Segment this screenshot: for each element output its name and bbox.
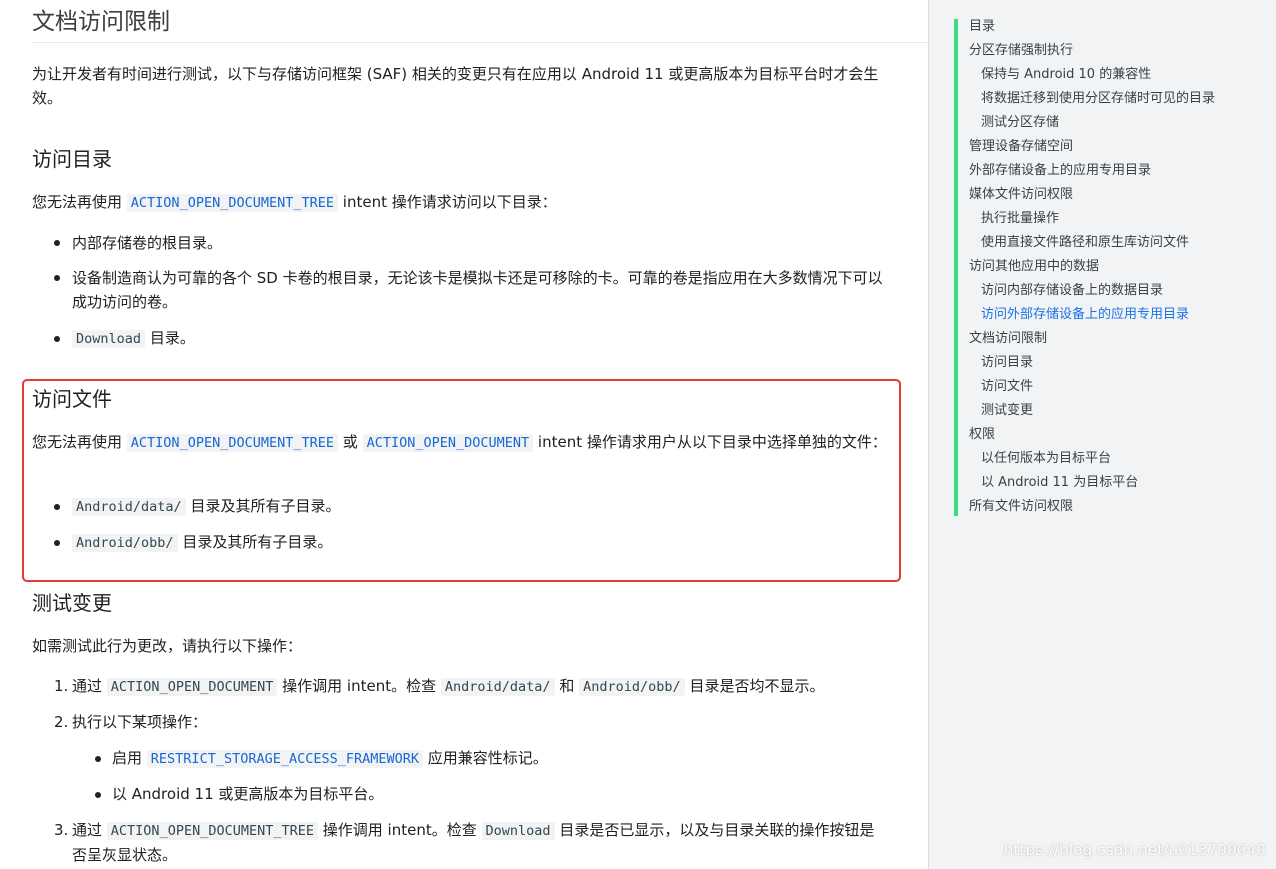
step-text: 通过: [72, 677, 103, 695]
files-paragraph: 您无法再使用 ACTION_OPEN_DOCUMENT_TREE 或 ACTIO…: [32, 430, 888, 455]
toc-item[interactable]: 访问内部存储设备上的数据目录: [981, 279, 1163, 303]
toc-item[interactable]: 目录: [969, 15, 995, 39]
code-action-open-document[interactable]: ACTION_OPEN_DOCUMENT: [362, 434, 534, 452]
bullet: [54, 275, 60, 281]
toc-sidebar: 目录 分区存储强制执行 保持与 Android 10 的兼容性 将数据迁移到使用…: [928, 0, 1276, 869]
bullet: [95, 756, 101, 762]
toc-item[interactable]: 分区存储强制执行: [969, 39, 1073, 63]
step-text: 和: [559, 677, 575, 695]
heading-access-directories: 访问目录: [32, 147, 112, 171]
code-action-open-document: ACTION_OPEN_DOCUMENT: [106, 678, 278, 696]
toc-item[interactable]: 访问文件: [981, 375, 1033, 399]
code-action-open-document-tree[interactable]: ACTION_OPEN_DOCUMENT_TREE: [126, 194, 338, 212]
dirs-text-pre: 您无法再使用: [32, 193, 123, 211]
code-android-data: Android/data/: [440, 678, 555, 696]
list-item-text: 目录及其所有子目录。: [190, 497, 341, 515]
bullet: [54, 540, 60, 546]
code-action-open-document-tree[interactable]: ACTION_OPEN_DOCUMENT_TREE: [126, 434, 338, 452]
toc-item[interactable]: 外部存储设备上的应用专用目录: [969, 159, 1151, 183]
toc-item[interactable]: 所有文件访问权限: [969, 495, 1073, 519]
list-item: 设备制造商认为可靠的各个 SD 卡卷的根目录，无论该卡是模拟卡还是可移除的卡。可…: [72, 269, 883, 311]
sub-list-item: 启用 RESTRICT_STORAGE_ACCESS_FRAMEWORK 应用兼…: [112, 746, 548, 771]
step-text: 操作调用 intent。检查: [282, 677, 437, 695]
toc-item[interactable]: 将数据迁移到使用分区存储时可见的目录: [981, 87, 1215, 111]
step-text: 目录是否均不显示。: [689, 677, 825, 695]
toc-item[interactable]: 测试分区存储: [981, 111, 1059, 135]
files-text-pre: 您无法再使用: [32, 433, 123, 451]
toc-item[interactable]: 访问其他应用中的数据: [969, 255, 1099, 279]
intro-paragraph: 为让开发者有时间进行测试，以下与存储访问框架 (SAF) 相关的变更只有在应用以…: [32, 65, 879, 107]
toc-item[interactable]: 以 Android 11 为目标平台: [981, 471, 1138, 495]
step-3: 通过 ACTION_OPEN_DOCUMENT_TREE 操作调用 intent…: [72, 818, 887, 867]
step-text: 应用兼容性标记。: [427, 749, 548, 767]
heading-test-changes: 测试变更: [32, 591, 112, 615]
step-text: 启用: [112, 749, 143, 767]
code-android-data: Android/data/: [72, 498, 186, 516]
toc-item[interactable]: 执行批量操作: [981, 207, 1059, 231]
list-item: Android/data/ 目录及其所有子目录。: [72, 494, 340, 519]
title-divider: [32, 42, 928, 43]
dirs-paragraph: 您无法再使用 ACTION_OPEN_DOCUMENT_TREE intent …: [32, 190, 888, 215]
page: 文档访问限制 为让开发者有时间进行测试，以下与存储访问框架 (SAF) 相关的变…: [0, 0, 1276, 869]
sub-list-item: 以 Android 11 或更高版本为目标平台。: [112, 785, 384, 803]
toc-item[interactable]: 媒体文件访问权限: [969, 183, 1073, 207]
toc-accent-bar: [954, 19, 958, 516]
list-item: Android/obb/ 目录及其所有子目录。: [72, 530, 332, 555]
bullet: [54, 336, 60, 342]
toc-item[interactable]: 访问目录: [981, 351, 1033, 375]
list-item: Download 目录。: [72, 326, 892, 351]
toc-item[interactable]: 以任何版本为目标平台: [981, 447, 1111, 471]
step-number: 2.: [54, 713, 69, 731]
code-restrict-storage-access-framework[interactable]: RESTRICT_STORAGE_ACCESS_FRAMEWORK: [146, 750, 424, 768]
toc-item-active[interactable]: 访问外部存储设备上的应用专用目录: [981, 303, 1189, 327]
files-text-post: intent 操作请求用户从以下目录中选择单独的文件：: [537, 433, 887, 451]
bullet: [95, 792, 101, 798]
files-text-or: 或: [342, 433, 358, 451]
heading-access-files: 访问文件: [32, 387, 112, 411]
code-android-obb: Android/obb/: [72, 534, 178, 552]
step-text: 操作调用 intent。检查: [322, 821, 477, 839]
bullet: [54, 240, 60, 246]
download-text: 目录。: [149, 329, 195, 347]
test-intro: 如需测试此行为更改，请执行以下操作：: [32, 637, 303, 655]
list-item: 内部存储卷的根目录。: [72, 234, 223, 252]
code-action-open-document-tree: ACTION_OPEN_DOCUMENT_TREE: [106, 822, 318, 840]
step-number: 1.: [54, 677, 69, 695]
section-title: 文档访问限制: [32, 9, 170, 35]
code-download: Download: [72, 330, 146, 348]
toc-item[interactable]: 权限: [969, 423, 995, 447]
bullet: [54, 504, 60, 510]
toc-item[interactable]: 测试变更: [981, 399, 1033, 423]
dirs-text-post: intent 操作请求访问以下目录：: [342, 193, 557, 211]
toc-item[interactable]: 管理设备存储空间: [969, 135, 1073, 159]
toc-item[interactable]: 保持与 Android 10 的兼容性: [981, 63, 1151, 87]
step-2: 执行以下某项操作：: [72, 713, 208, 731]
list-item-text: 目录及其所有子目录。: [182, 533, 333, 551]
code-download: Download: [481, 822, 555, 840]
step-text: 通过: [72, 821, 103, 839]
toc-item[interactable]: 使用直接文件路径和原生库访问文件: [981, 231, 1189, 255]
step-1: 通过 ACTION_OPEN_DOCUMENT 操作调用 intent。检查 A…: [72, 674, 902, 699]
code-android-obb: Android/obb/: [579, 678, 685, 696]
toc-item[interactable]: 文档访问限制: [969, 327, 1047, 351]
article-content: 文档访问限制 为让开发者有时间进行测试，以下与存储访问框架 (SAF) 相关的变…: [0, 0, 928, 869]
step-number: 3.: [54, 821, 69, 839]
watermark: https://blog.csdn.net/u013700040: [1003, 841, 1266, 859]
